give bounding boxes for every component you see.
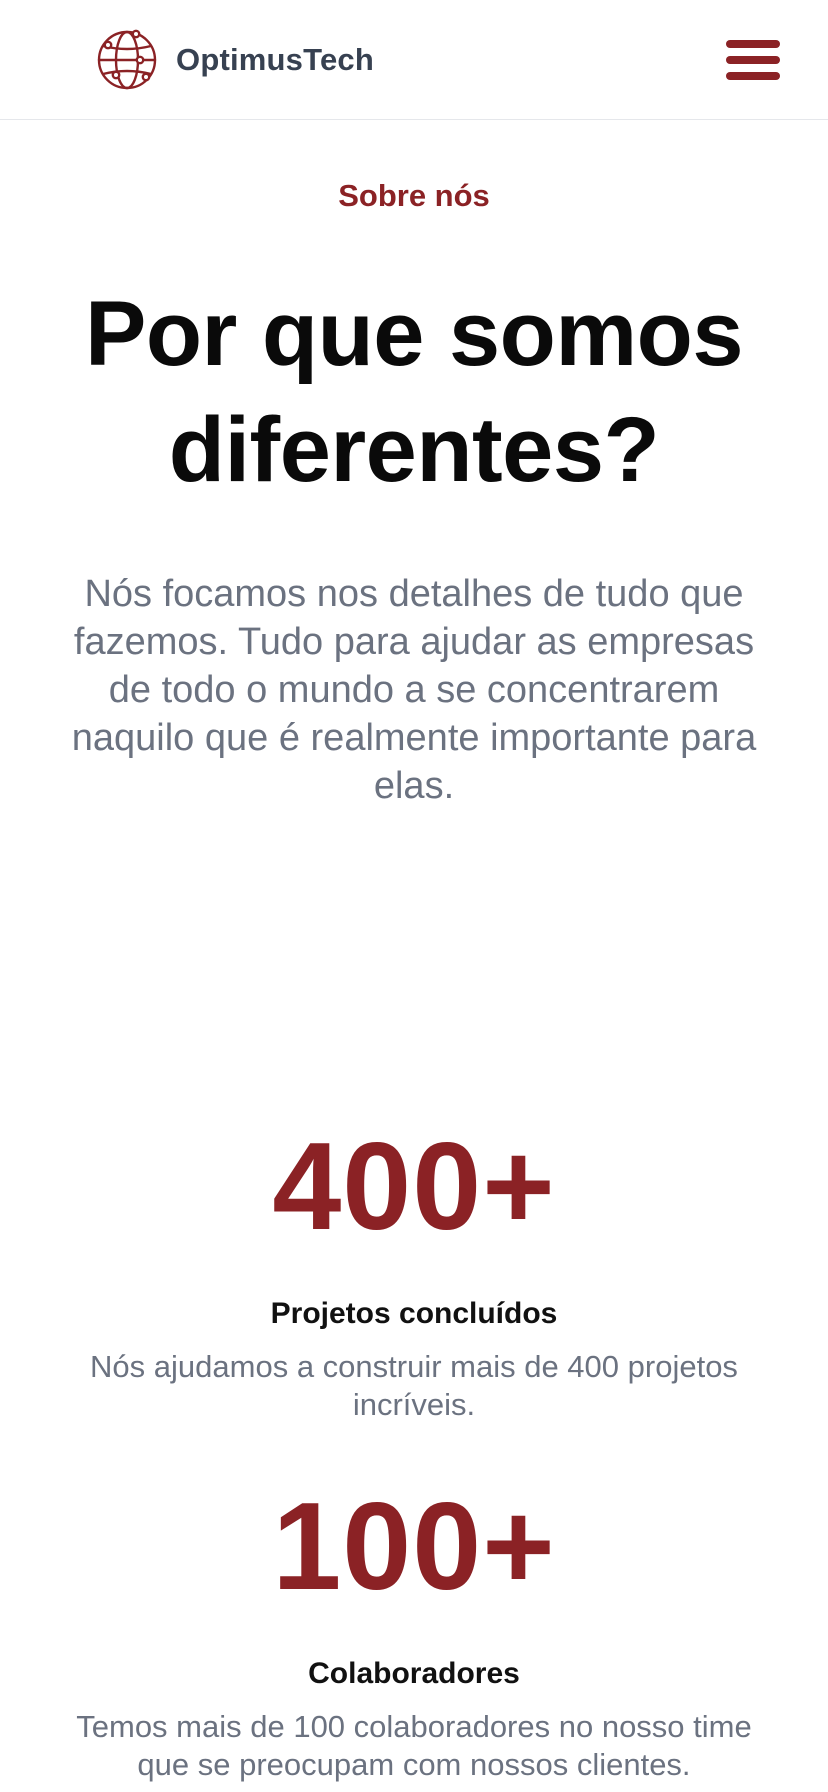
stat-description: Nós ajudamos a construir mais de 400 pro… xyxy=(90,1349,738,1422)
stat-collaborators: 100+ Colaboradores Temos mais de 100 col… xyxy=(0,1482,828,1784)
stat-title: Projetos concluídos xyxy=(270,1297,558,1330)
stat-title: Colaboradores xyxy=(308,1657,520,1690)
hamburger-menu-button[interactable] xyxy=(726,36,780,84)
stat-number: 400+ xyxy=(272,1118,556,1256)
hamburger-menu-icon-bar xyxy=(726,56,780,64)
hamburger-menu-icon-bar xyxy=(726,40,780,48)
stat-description: Temos mais de 100 colaboradores no nosso… xyxy=(76,1709,752,1782)
page-title: Por que somos diferentes? xyxy=(84,283,744,501)
stat-number: 100+ xyxy=(272,1478,556,1616)
brand-logo-link[interactable]: OptimusTech xyxy=(96,28,374,92)
intro-paragraph: Nós focamos nos detalhes de tudo que faz… xyxy=(71,573,757,807)
top-navigation-bar: OptimusTech xyxy=(0,0,828,120)
section-eyebrow: Sobre nós xyxy=(338,178,490,213)
globe-network-icon xyxy=(97,29,157,90)
hamburger-menu-icon-bar xyxy=(726,72,780,80)
stat-projects: 400+ Projetos concluídos Nós ajudamos a … xyxy=(0,1122,828,1424)
brand-name: OptimusTech xyxy=(176,42,374,77)
page: OptimusTech Sobre nós Por que somos dife… xyxy=(0,0,828,1792)
